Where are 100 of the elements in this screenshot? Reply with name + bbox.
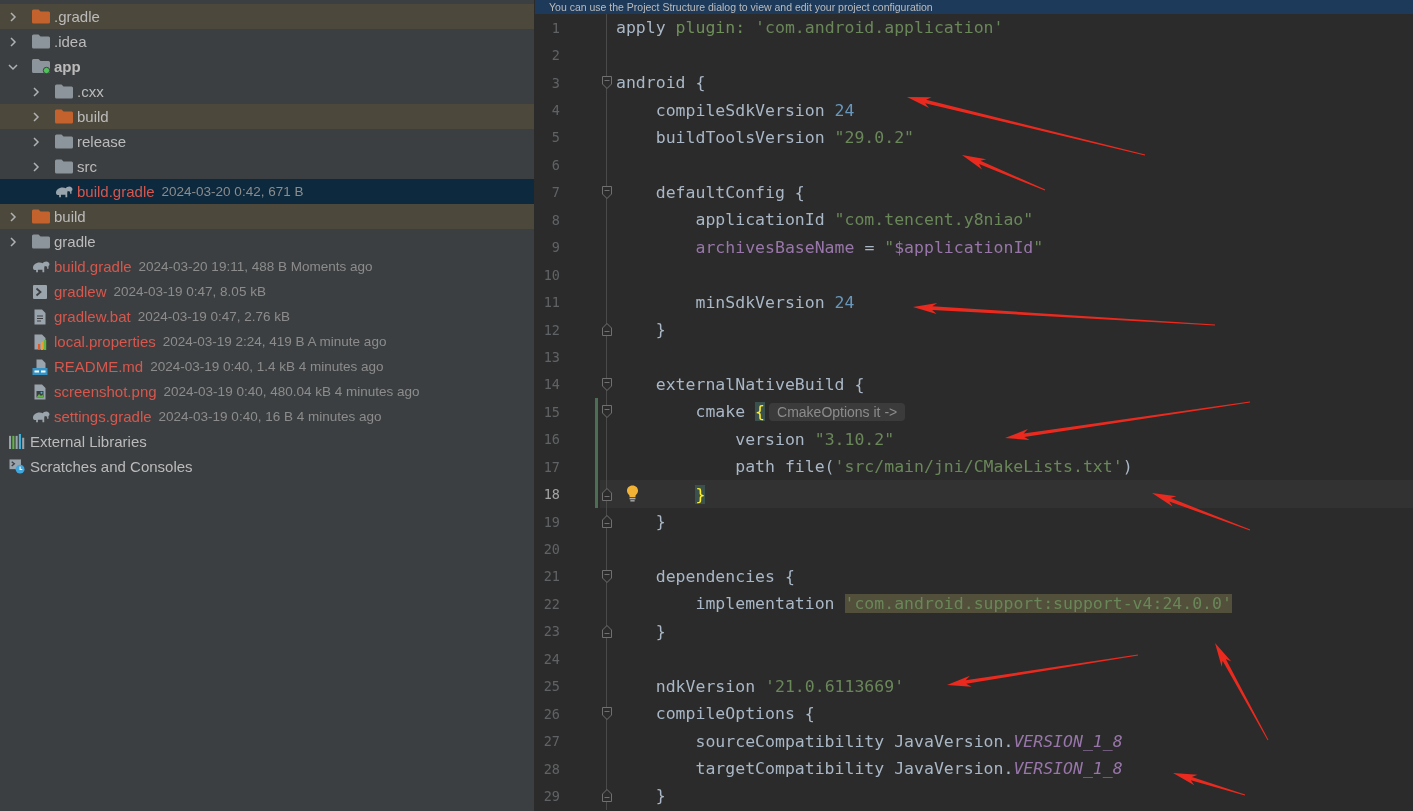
item-label: .idea bbox=[54, 33, 87, 50]
fold-marker-icon[interactable] bbox=[602, 789, 612, 803]
line-number: 26 bbox=[542, 704, 560, 724]
line-number: 16 bbox=[542, 430, 560, 450]
fold-marker-icon[interactable] bbox=[602, 323, 612, 337]
fold-marker-icon[interactable] bbox=[602, 515, 612, 529]
code-line: archivesBaseName = "$applicationId" bbox=[694, 237, 1044, 257]
code-line: externalNativeBuild { bbox=[654, 374, 865, 394]
folder-icon bbox=[55, 134, 73, 149]
line-number: 12 bbox=[542, 320, 560, 340]
tree-row[interactable]: build bbox=[0, 104, 534, 129]
chevron-right-icon[interactable] bbox=[8, 211, 18, 222]
module-folder-icon bbox=[32, 59, 50, 74]
line-number: 28 bbox=[542, 759, 560, 779]
file-info: 2024-03-19 0:40, 1.4 kB 4 minutes ago bbox=[150, 359, 384, 374]
item-label: .gradle bbox=[54, 8, 100, 25]
chevron-down-icon[interactable] bbox=[8, 61, 18, 72]
properties-file-icon bbox=[32, 333, 48, 350]
tree-row[interactable]: build.gradle 2024-03-20 0:42, 671 B bbox=[0, 179, 534, 204]
code-line: } bbox=[654, 512, 666, 532]
item-label: screenshot.png bbox=[54, 383, 157, 400]
file-info: 2024-03-19 2:24, 419 B A minute ago bbox=[162, 334, 387, 349]
document-icon bbox=[32, 308, 48, 325]
line-number: 20 bbox=[542, 540, 560, 560]
code-line: targetCompatibility JavaVersion.VERSION_1_8 bbox=[694, 759, 1123, 779]
lightbulb-icon[interactable] bbox=[626, 485, 639, 503]
fold-marker-icon[interactable] bbox=[602, 624, 612, 638]
item-label: External Libraries bbox=[30, 433, 147, 450]
code-line: path file('src/main/jni/CMakeLists.txt') bbox=[734, 457, 1133, 477]
file-info: 2024-03-19 0:47, 2.76 kB bbox=[137, 309, 291, 324]
tree-row[interactable]: build bbox=[0, 204, 534, 229]
line-number: 27 bbox=[542, 732, 560, 752]
terminal-icon bbox=[32, 283, 48, 300]
code-line: apply plugin: 'com.android.application' bbox=[616, 18, 1004, 38]
file-info: 2024-03-19 0:40, 480.04 kB 4 minutes ago bbox=[163, 384, 420, 399]
item-label: build.gradle bbox=[54, 258, 132, 275]
fold-marker-icon[interactable] bbox=[602, 185, 612, 199]
item-label: local.properties bbox=[54, 333, 156, 350]
chevron-right-icon[interactable] bbox=[31, 161, 41, 172]
folder-icon bbox=[55, 84, 73, 99]
chevron-right-icon[interactable] bbox=[8, 11, 18, 22]
line-number: 2 bbox=[550, 46, 560, 66]
console-clock-icon bbox=[8, 459, 26, 474]
chevron-right-icon[interactable] bbox=[8, 36, 18, 47]
code-line: android { bbox=[616, 73, 706, 93]
line-number: 10 bbox=[542, 265, 560, 285]
code-line: defaultConfig { bbox=[654, 182, 805, 202]
line-number: 5 bbox=[550, 128, 560, 148]
file-info: 2024-03-19 0:47, 8.05 kB bbox=[113, 284, 266, 299]
line-number: 29 bbox=[542, 786, 560, 806]
line-number: 14 bbox=[542, 375, 560, 395]
elephant-icon bbox=[55, 184, 73, 199]
line-number: 3 bbox=[550, 73, 560, 93]
file-info: 2024-03-19 0:40, 16 B 4 minutes ago bbox=[158, 409, 382, 424]
fold-marker-icon[interactable] bbox=[602, 707, 612, 721]
chevron-right-icon[interactable] bbox=[31, 111, 41, 122]
code-line: } bbox=[654, 786, 666, 806]
fold-marker-icon[interactable] bbox=[602, 76, 612, 90]
folder-icon bbox=[55, 159, 73, 174]
chevron-right-icon[interactable] bbox=[31, 86, 41, 97]
item-label: .cxx bbox=[77, 83, 104, 100]
code-line: compileOptions { bbox=[654, 704, 815, 724]
code-line: dependencies { bbox=[654, 566, 795, 586]
fold-marker-icon[interactable] bbox=[602, 377, 612, 391]
image-file-icon bbox=[32, 383, 48, 400]
fold-marker-icon[interactable] bbox=[602, 487, 612, 501]
elephant-icon bbox=[32, 409, 50, 424]
folder-icon bbox=[32, 9, 50, 24]
fold-marker-icon[interactable] bbox=[602, 569, 612, 583]
code-line: compileSdkVersion 24 bbox=[654, 100, 855, 120]
chevron-right-icon[interactable] bbox=[8, 236, 18, 247]
line-number: 9 bbox=[550, 238, 560, 258]
folder-icon bbox=[32, 209, 50, 224]
line-number: 1 bbox=[550, 18, 560, 38]
elephant-icon bbox=[32, 259, 50, 274]
line-number: 4 bbox=[550, 101, 560, 121]
line-number: 6 bbox=[550, 155, 560, 175]
code-line: } bbox=[654, 320, 666, 340]
line-number: 17 bbox=[542, 457, 560, 477]
line-number: 21 bbox=[542, 567, 560, 587]
code-line: sourceCompatibility JavaVersion.VERSION_1_8 bbox=[694, 731, 1123, 751]
item-label: settings.gradle bbox=[54, 408, 152, 425]
fold-marker-icon[interactable] bbox=[602, 405, 612, 419]
line-number: 22 bbox=[542, 594, 560, 614]
code-line: version "3.10.2" bbox=[734, 429, 895, 449]
chevron-right-icon[interactable] bbox=[31, 136, 41, 147]
item-label: build bbox=[54, 208, 86, 225]
folder-icon bbox=[32, 234, 50, 249]
library-bars-icon bbox=[8, 434, 26, 449]
line-number: 23 bbox=[542, 622, 560, 642]
tree-row[interactable]: .gradle bbox=[0, 4, 534, 29]
item-label: gradle bbox=[54, 233, 96, 250]
code-line: ndkVersion '21.0.6113669' bbox=[654, 676, 905, 696]
item-label: build.gradle bbox=[77, 183, 155, 200]
item-label: gradlew.bat bbox=[54, 308, 131, 325]
item-label: release bbox=[77, 133, 127, 150]
code-line: applicationId "com.tencent.y8niao" bbox=[694, 210, 1034, 230]
item-label: app bbox=[54, 58, 81, 75]
item-label: src bbox=[77, 158, 97, 175]
notification-banner: You can use the Project Structure dialog to view and edit your project configuration bbox=[535, 0, 1413, 14]
